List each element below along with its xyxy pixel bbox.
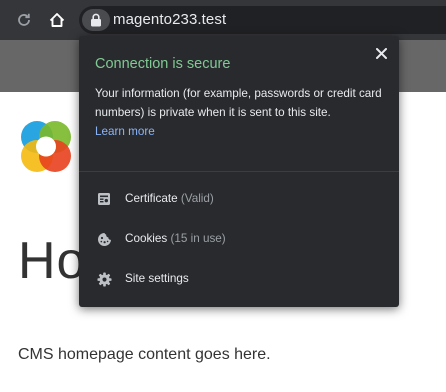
site-settings-label: Site settings: [125, 272, 189, 285]
certificate-status: (Valid): [180, 192, 214, 205]
cookies-label: Cookies: [125, 232, 168, 245]
site-logo[interactable]: [18, 118, 74, 176]
cookies-row[interactable]: Cookies (15 in use): [79, 219, 399, 259]
connection-description: Your information (for example, passwords…: [95, 87, 382, 119]
connection-security-popup: Connection is secure Your information (f…: [79, 36, 399, 307]
page-content: CMS homepage content goes here.: [18, 346, 271, 363]
home-icon: [49, 13, 65, 27]
gear-icon: [96, 271, 112, 287]
reload-button[interactable]: [12, 0, 36, 40]
home-button[interactable]: [45, 0, 69, 40]
learn-more-link[interactable]: Learn more: [95, 122, 155, 141]
cookies-count: (15 in use): [170, 232, 226, 245]
popup-divider: [79, 171, 399, 172]
site-info-button[interactable]: [82, 9, 110, 31]
browser-toolbar: magento233.test: [0, 0, 446, 40]
lock-icon: [91, 13, 101, 27]
close-icon: [375, 47, 387, 59]
cookie-icon: [96, 231, 112, 247]
site-settings-row[interactable]: Site settings: [79, 259, 399, 299]
page-title: Ho: [18, 232, 87, 290]
logo-icon: [21, 121, 71, 172]
certificate-icon: [96, 191, 112, 207]
close-button[interactable]: [372, 44, 390, 62]
certificate-label: Certificate: [125, 192, 178, 205]
certificate-row[interactable]: Certificate (Valid): [79, 179, 399, 219]
url-text[interactable]: magento233.test: [113, 10, 226, 30]
connection-secure-title: Connection is secure: [95, 56, 231, 72]
reload-icon: [18, 13, 30, 26]
